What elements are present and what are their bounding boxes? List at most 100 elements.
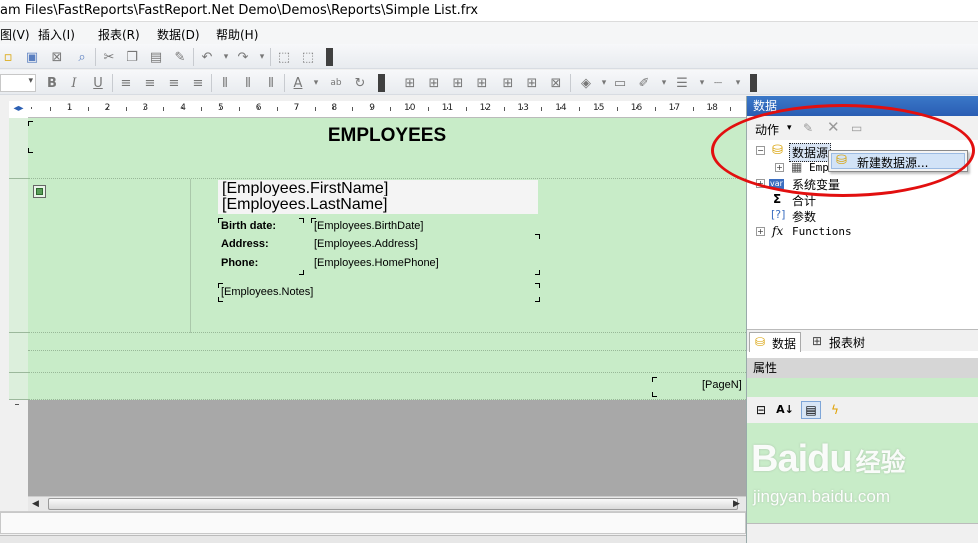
last-name-field[interactable]: [Employees.LastName] (218, 196, 538, 214)
band-strip (9, 333, 28, 373)
ruler-number: 2 (104, 103, 111, 113)
scroll-thumb[interactable] (48, 498, 738, 510)
properties-object-combo[interactable] (747, 378, 978, 397)
data-band[interactable]: [Employees.FirstName] [Employees.LastNam… (28, 179, 746, 393)
selection-marker (652, 377, 657, 382)
align-left-icon[interactable]: ≡ (118, 75, 134, 91)
ruler-tick (201, 107, 203, 111)
border-all-icon[interactable]: ⊞ (402, 75, 418, 91)
copy-icon[interactable]: ❐ (124, 49, 140, 65)
cut-icon[interactable]: ✂ (101, 49, 117, 65)
close-doc-icon[interactable]: ⊠ (49, 49, 65, 65)
border-none-icon[interactable]: ⊞ (524, 75, 540, 91)
border-custom-icon[interactable]: ⊠ (548, 75, 564, 91)
ruler-number: 15 (593, 103, 605, 113)
status-bar (0, 511, 746, 535)
font-size-combo[interactable]: ▾ (0, 74, 36, 92)
scroll-left-icon[interactable]: ◀ (32, 497, 39, 511)
address-label[interactable]: Address: (221, 238, 269, 250)
report-title[interactable]: EMPLOYEES (28, 125, 746, 147)
toolbar-grip[interactable] (326, 48, 333, 66)
new-icon[interactable]: ▫ (0, 49, 16, 65)
justify-icon[interactable]: ≡ (190, 75, 206, 91)
border-right-icon[interactable]: ⊞ (500, 75, 516, 91)
report-title-band[interactable]: EMPLOYEES (28, 118, 746, 179)
selection-marker (535, 297, 540, 302)
parameters-label[interactable]: 参数 (792, 208, 816, 225)
functions-label[interactable]: Functions (792, 225, 852, 238)
redo-icon[interactable]: ↷ (235, 49, 251, 65)
line-color-icon[interactable]: ✐ (636, 75, 652, 91)
group-footer-band[interactable] (28, 333, 746, 373)
standard-toolbar: ▫ ▣ ⊠ ⌕ ✂ ❐ ▤ ✎ ↶ ▾ ↷ ▾ ⬚ ⬚ (0, 44, 978, 69)
home-phone-field[interactable]: [Employees.HomePhone] (314, 257, 439, 269)
text-color-icon[interactable]: A (290, 75, 306, 91)
underline-icon[interactable]: U (90, 75, 106, 91)
menu-data[interactable]: 数据(D) (157, 26, 200, 43)
bold-icon[interactable]: B (44, 75, 60, 91)
ruler-corner-icon[interactable]: ◂▸ (9, 101, 28, 118)
ruler-tick (276, 107, 278, 111)
border-bottom-icon[interactable]: ⊞ (450, 75, 466, 91)
birth-date-label[interactable]: Birth date: (221, 220, 276, 232)
valign-top-icon[interactable]: ⦀ (217, 75, 233, 91)
rotate-icon[interactable]: ↻ (352, 75, 368, 91)
phone-label[interactable]: Phone: (221, 257, 258, 269)
undo-icon[interactable]: ↶ (199, 49, 215, 65)
horizontal-scrollbar[interactable]: ◀ ▶ (28, 496, 746, 511)
notes-field[interactable]: [Employees.Notes] (221, 286, 313, 298)
birth-date-field[interactable]: [Employees.BirthDate] (314, 220, 423, 232)
categorized-icon[interactable]: ⊟ (751, 401, 771, 419)
ungroup-icon[interactable]: ⬚ (300, 49, 316, 65)
selection-marker (218, 283, 223, 288)
menu-report[interactable]: 报表(R) (98, 26, 140, 43)
fill-color-icon[interactable]: ◈ (578, 75, 594, 91)
address-field[interactable]: [Employees.Address] (314, 238, 418, 250)
events-icon[interactable]: ϟ (825, 401, 845, 419)
line-color-dropdown-icon[interactable]: ▾ (656, 75, 672, 91)
text-color-dropdown-icon[interactable]: ▾ (308, 75, 324, 91)
italic-icon[interactable]: I (66, 75, 82, 91)
page-footer-band[interactable]: [PageN] (28, 373, 746, 400)
shadow-icon[interactable]: ▭ (612, 75, 628, 91)
toolbar-grip[interactable] (378, 74, 385, 92)
menu-view[interactable]: 图(V) (0, 26, 30, 43)
tab-data[interactable]: ⛁ 数据 (749, 332, 802, 352)
menu-help[interactable]: 帮助(H) (216, 26, 258, 43)
properties-icon[interactable]: ▤ (801, 401, 821, 419)
fill-color-dropdown-icon[interactable]: ▾ (596, 75, 612, 91)
border-left-icon[interactable]: ⊞ (474, 75, 490, 91)
toolbar-separator (112, 74, 113, 92)
line-width-dropdown-icon[interactable]: ▾ (694, 75, 710, 91)
valign-middle-icon[interactable]: ⦀ (240, 75, 256, 91)
preview-icon[interactable]: ⌕ (74, 49, 90, 65)
line-style-dropdown-icon[interactable]: ▾ (730, 75, 746, 91)
page-number-field[interactable]: [PageN] (702, 379, 742, 391)
ruler-number: 11 (441, 103, 454, 113)
expand-icon[interactable]: + (756, 227, 765, 236)
picture-icon[interactable] (33, 185, 46, 198)
highlight-icon[interactable]: ab (328, 75, 344, 91)
watermark-url: jingyan.baidu.com (753, 487, 891, 506)
valign-bottom-icon[interactable]: ⦀ (263, 75, 279, 91)
group-icon[interactable]: ⬚ (276, 49, 292, 65)
undo-dropdown-icon[interactable]: ▾ (218, 49, 234, 65)
toolbar-grip[interactable] (750, 74, 757, 92)
tab-report-tree[interactable]: ⊞ 报表树 (807, 332, 869, 352)
align-center-icon[interactable]: ≡ (142, 75, 158, 91)
ruler-number: 3 (142, 103, 149, 113)
format-painter-icon[interactable]: ✎ (172, 49, 188, 65)
scroll-right-icon[interactable]: ▶ (733, 497, 740, 511)
ruler-tick (616, 107, 618, 111)
align-right-icon[interactable]: ≡ (166, 75, 182, 91)
border-top-icon[interactable]: ⊞ (426, 75, 442, 91)
paste-icon[interactable]: ▤ (148, 49, 164, 65)
open-icon[interactable]: ▣ (24, 49, 40, 65)
sort-alpha-icon[interactable]: A↓ (775, 401, 795, 419)
ruler-number: 13 (517, 103, 529, 113)
toolbar-separator (95, 48, 96, 66)
redo-dropdown-icon[interactable]: ▾ (254, 49, 270, 65)
menu-insert[interactable]: 插入(I) (38, 26, 75, 43)
line-width-icon[interactable]: ☰ (674, 75, 690, 91)
line-style-icon[interactable]: ┈ (710, 75, 726, 91)
